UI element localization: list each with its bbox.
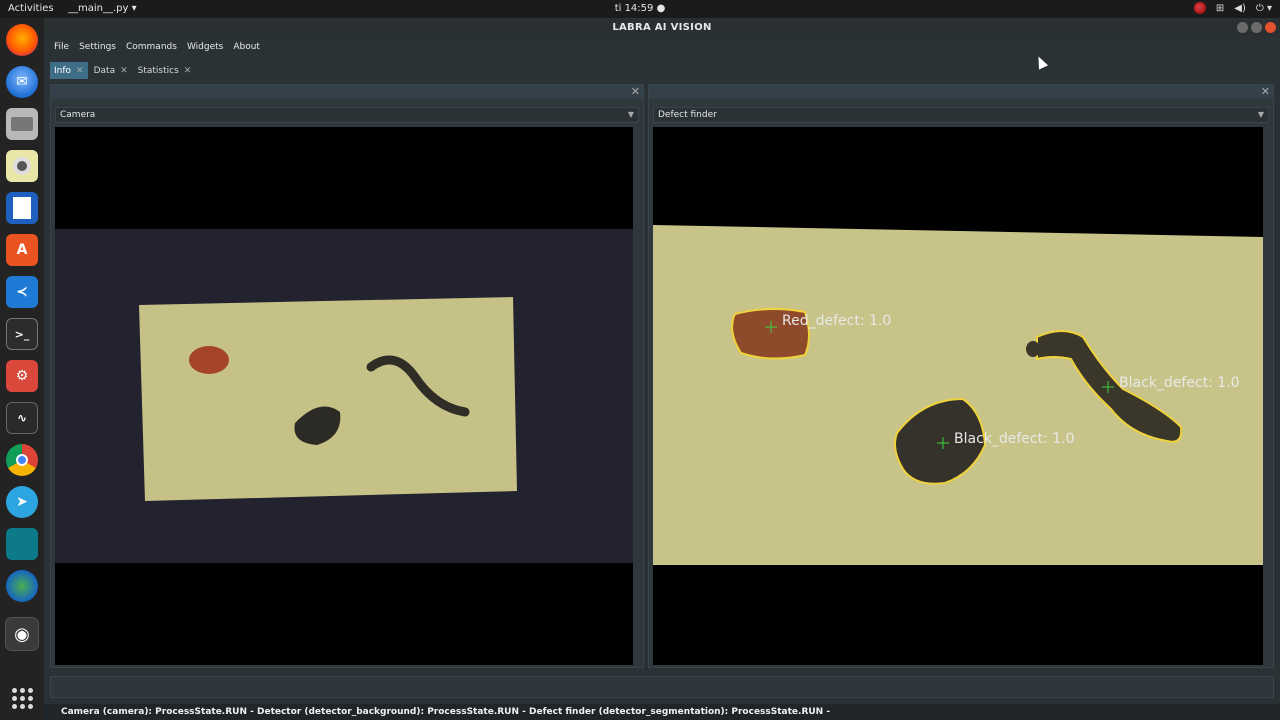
close-icon[interactable]: ✕ [120,66,128,76]
power-icon[interactable]: ⏻ ▾ [1256,3,1272,14]
camera-image [55,229,633,563]
record-indicator-icon[interactable] [1193,2,1206,14]
menu-settings[interactable]: Settings [79,38,116,56]
network-icon[interactable]: ⊞ [1216,3,1224,14]
window-title: LABRA AI VISION [612,22,712,33]
system-monitor-icon[interactable]: ∿ [6,402,38,434]
chevron-down-icon: ▼ [1257,110,1264,119]
software-icon[interactable]: A [6,234,38,266]
tab-bar: Info ✕ Data ✕ Statistics ✕ [50,62,196,79]
app-window: LABRA AI VISION File Settings Commands W… [44,18,1280,720]
tab-statistics[interactable]: Statistics ✕ [133,62,196,79]
tab-info[interactable]: Info ✕ [50,62,88,79]
source-select[interactable]: Defect finder ▼ [653,107,1269,123]
status-bar: Camera (camera): ProcessState.RUN - Dete… [44,704,1280,720]
firefox-icon[interactable] [6,24,38,56]
rhythmbox-icon[interactable] [6,150,38,182]
maximize-icon[interactable] [1251,22,1262,33]
world-icon[interactable] [6,570,38,602]
close-icon[interactable]: ✕ [184,66,192,76]
show-apps-icon[interactable] [6,682,38,714]
source-select-value: Camera [60,110,96,120]
tools-icon[interactable]: ⚙ [6,360,38,392]
tab-data[interactable]: Data ✕ [89,62,132,79]
panel-header: ✕ [649,85,1273,99]
chevron-down-icon: ▼ [627,110,634,119]
eye-icon[interactable]: ◉ [5,617,39,651]
tab-label: Statistics [137,65,179,76]
close-icon[interactable]: ✕ [76,66,84,76]
defect-image: Red_defect: 1.0 Black_defect: 1.0 Black_… [653,225,1263,565]
chrome-icon[interactable] [6,444,38,476]
dock: ✉ A ≺ >_ ⚙ ∿ ➤ ◉ [0,18,44,720]
close-icon[interactable]: ✕ [1261,85,1270,99]
source-select-value: Defect finder [658,110,717,120]
defect-view: Red_defect: 1.0 Black_defect: 1.0 Black_… [653,127,1263,665]
menu-commands[interactable]: Commands [126,38,177,56]
detection-label: Black_defect: 1.0 [1119,375,1240,391]
log-field[interactable] [50,676,1274,698]
menu-widgets[interactable]: Widgets [187,38,223,56]
minimize-icon[interactable] [1237,22,1248,33]
system-top-bar: Activities __main__.py ▾ ti 14:59 ● ⊞ ◀)… [0,0,1280,18]
clock[interactable]: ti 14:59 ● [0,3,1280,14]
telegram-icon[interactable]: ➤ [6,486,38,518]
files-icon[interactable] [6,108,38,140]
defect-finder-panel: ✕ Defect finder ▼ Red_defect: 1.0 Black_… [648,84,1274,668]
camera-view [55,127,633,665]
detection-label: Black_defect: 1.0 [954,431,1075,447]
menu-file[interactable]: File [54,38,69,56]
camera-panel: ✕ Camera ▼ [50,84,644,668]
close-icon[interactable]: ✕ [631,85,640,99]
menu-about[interactable]: About [233,38,260,56]
tab-label: Data [93,65,116,76]
window-titlebar[interactable]: LABRA AI VISION [44,18,1280,38]
tab-label: Info [54,65,72,76]
volume-icon[interactable]: ◀) [1234,3,1246,14]
system-tray: ⊞ ◀) ⏻ ▾ [1193,2,1272,14]
close-icon[interactable] [1265,22,1276,33]
app-icon[interactable] [6,528,38,560]
vscode-icon[interactable]: ≺ [6,276,38,308]
source-select[interactable]: Camera ▼ [55,107,639,123]
terminal-icon[interactable]: >_ [6,318,38,350]
panel-header: ✕ [51,85,643,99]
writer-icon[interactable] [6,192,38,224]
detection-label: Red_defect: 1.0 [782,313,891,329]
menu-bar: File Settings Commands Widgets About [44,38,1280,56]
thunderbird-icon[interactable]: ✉ [6,66,38,98]
